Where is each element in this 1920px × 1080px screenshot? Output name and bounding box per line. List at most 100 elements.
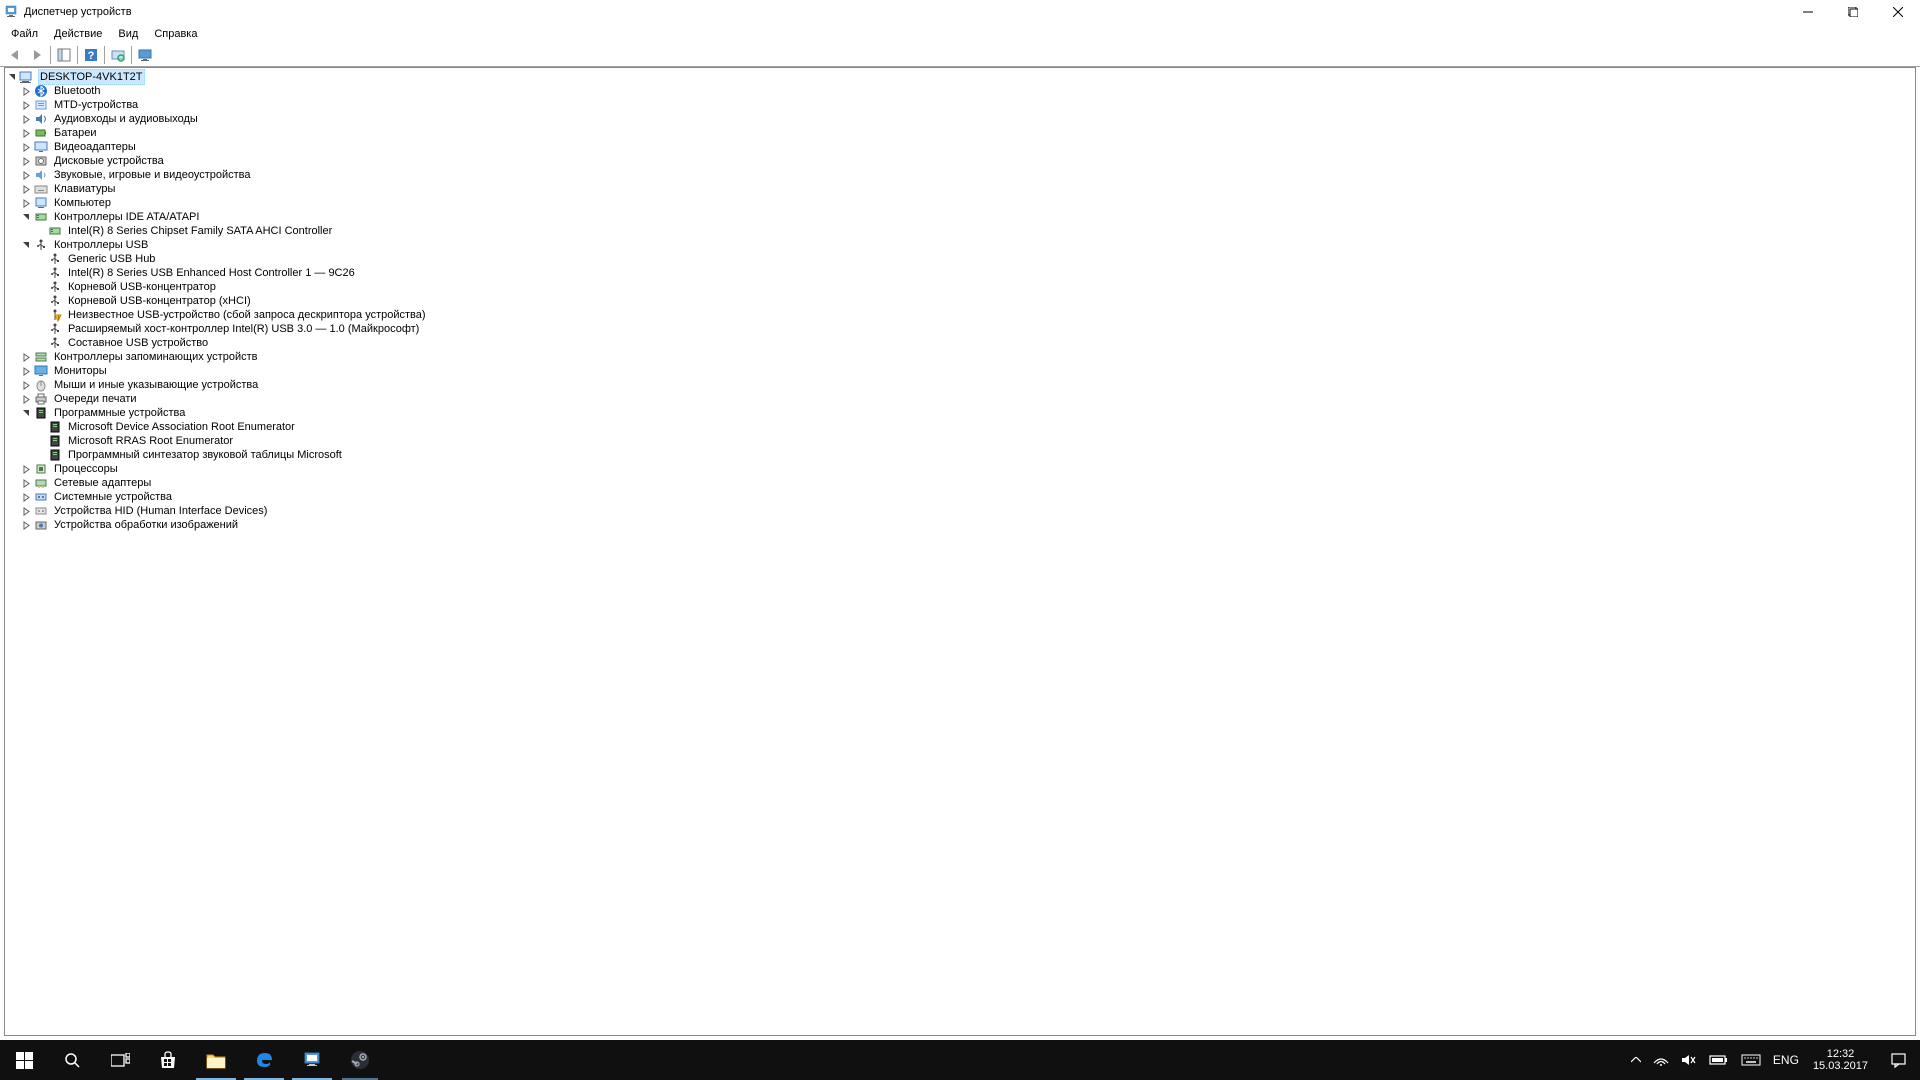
ide-icon <box>33 210 49 224</box>
taskbar-explorer-icon[interactable] <box>192 1040 240 1080</box>
dev-sw-0[interactable]: Microsoft Device Association Root Enumer… <box>5 420 1915 434</box>
expand-arrow-icon[interactable] <box>21 156 32 167</box>
dev-sw-1[interactable]: Microsoft RRAS Root Enumerator <box>5 434 1915 448</box>
monitor-button[interactable] <box>134 44 156 66</box>
collapse-arrow-icon[interactable] <box>7 72 18 83</box>
keyboard-icon[interactable] <box>1735 1040 1767 1080</box>
cat-keyboards[interactable]: Клавиатуры <box>5 182 1915 196</box>
expand-arrow-icon[interactable] <box>21 478 32 489</box>
expand-arrow-icon[interactable] <box>21 184 32 195</box>
help-button[interactable]: ? <box>80 44 102 66</box>
bluetooth-icon <box>33 84 49 98</box>
task-view-button[interactable] <box>96 1040 144 1080</box>
expand-arrow-icon[interactable] <box>21 520 32 531</box>
menu-file[interactable]: Файл <box>4 26 45 42</box>
expand-arrow-icon[interactable] <box>21 492 32 503</box>
taskbar-store-icon[interactable] <box>144 1040 192 1080</box>
expand-arrow-icon[interactable] <box>21 506 32 517</box>
cat-bluetooth[interactable]: Bluetooth <box>5 84 1915 98</box>
cat-batteries[interactable]: Батареи <box>5 126 1915 140</box>
back-button[interactable] <box>4 44 26 66</box>
expand-arrow-icon[interactable] <box>21 380 32 391</box>
forward-button[interactable] <box>26 44 48 66</box>
cat-mice[interactable]: Мыши и иные указывающие устройства <box>5 378 1915 392</box>
tray-overflow-button[interactable] <box>1625 1040 1647 1080</box>
tree-item-label: Корневой USB-концентратор (xHCI) <box>66 294 253 308</box>
language-indicator[interactable]: ENG <box>1767 1040 1805 1080</box>
window-title: Диспетчер устройств <box>24 6 132 18</box>
cat-usb[interactable]: Контроллеры USB <box>5 238 1915 252</box>
dev-usb-2[interactable]: Корневой USB-концентратор <box>5 280 1915 294</box>
tree-item-label: Звуковые, игровые и видеоустройства <box>52 168 253 182</box>
maximize-button[interactable] <box>1830 0 1875 24</box>
software-icon <box>47 420 63 434</box>
dev-usb-3[interactable]: Корневой USB-концентратор (xHCI) <box>5 294 1915 308</box>
taskbar-devmgr-icon[interactable] <box>288 1040 336 1080</box>
tree-root[interactable]: DESKTOP-4VK1T2T <box>5 70 1915 84</box>
window-controls <box>1785 0 1920 24</box>
network-icon[interactable] <box>1647 1040 1675 1080</box>
dev-usb-1[interactable]: Intel(R) 8 Series USB Enhanced Host Cont… <box>5 266 1915 280</box>
dev-usb-0[interactable]: Generic USB Hub <box>5 252 1915 266</box>
expand-arrow-icon[interactable] <box>21 464 32 475</box>
cat-sound[interactable]: Звуковые, игровые и видеоустройства <box>5 168 1915 182</box>
cat-network[interactable]: Сетевые адаптеры <box>5 476 1915 490</box>
battery-icon <box>33 126 49 140</box>
taskbar: ENG 12:32 15.03.2017 <box>0 1040 1920 1080</box>
taskbar-steam-icon[interactable] <box>336 1040 384 1080</box>
menu-action[interactable]: Действие <box>47 26 109 42</box>
tree-item-label: Батареи <box>52 126 99 140</box>
expand-arrow-icon[interactable] <box>21 86 32 97</box>
start-button[interactable] <box>0 1040 48 1080</box>
printer-icon <box>33 392 49 406</box>
collapse-arrow-icon[interactable] <box>21 408 32 419</box>
close-button[interactable] <box>1875 0 1920 24</box>
expand-arrow-icon[interactable] <box>21 394 32 405</box>
cat-system[interactable]: Системные устройства <box>5 490 1915 504</box>
expand-arrow-icon[interactable] <box>21 128 32 139</box>
cat-ide[interactable]: Контроллеры IDE ATA/ATAPI <box>5 210 1915 224</box>
cat-cpu[interactable]: Процессоры <box>5 462 1915 476</box>
taskbar-edge-icon[interactable] <box>240 1040 288 1080</box>
cat-imaging[interactable]: Устройства обработки изображений <box>5 518 1915 532</box>
cat-monitors[interactable]: Мониторы <box>5 364 1915 378</box>
cat-storage[interactable]: Контроллеры запоминающих устройств <box>5 350 1915 364</box>
minimize-button[interactable] <box>1785 0 1830 24</box>
action-center-button[interactable] <box>1876 1040 1920 1080</box>
expand-arrow-icon[interactable] <box>21 114 32 125</box>
mtd-icon <box>33 98 49 112</box>
show-hide-tree-button[interactable] <box>53 44 75 66</box>
cat-printq[interactable]: Очереди печати <box>5 392 1915 406</box>
cat-hid[interactable]: Устройства HID (Human Interface Devices) <box>5 504 1915 518</box>
menu-view[interactable]: Вид <box>111 26 145 42</box>
usb-icon <box>47 266 63 280</box>
expand-arrow-icon[interactable] <box>21 170 32 181</box>
dev-ide-0[interactable]: Intel(R) 8 Series Chipset Family SATA AH… <box>5 224 1915 238</box>
cat-computer[interactable]: Компьютер <box>5 196 1915 210</box>
volume-icon[interactable] <box>1675 1040 1703 1080</box>
expand-arrow-icon[interactable] <box>21 366 32 377</box>
scan-hardware-button[interactable] <box>107 44 129 66</box>
search-button[interactable] <box>48 1040 96 1080</box>
expand-arrow-icon[interactable] <box>21 142 32 153</box>
collapse-arrow-icon[interactable] <box>21 212 32 223</box>
dev-usb-4[interactable]: !Неизвестное USB-устройство (сбой запрос… <box>5 308 1915 322</box>
collapse-arrow-icon[interactable] <box>21 240 32 251</box>
battery-icon[interactable] <box>1703 1040 1735 1080</box>
cat-mtd[interactable]: MTD-устройства <box>5 98 1915 112</box>
menu-help[interactable]: Справка <box>147 26 204 42</box>
cat-disk[interactable]: Дисковые устройства <box>5 154 1915 168</box>
expand-arrow-icon[interactable] <box>21 198 32 209</box>
cat-software[interactable]: Программные устройства <box>5 406 1915 420</box>
expand-arrow-icon[interactable] <box>21 100 32 111</box>
expand-arrow-icon[interactable] <box>21 352 32 363</box>
dev-usb-5[interactable]: Расширяемый хост-контроллер Intel(R) USB… <box>5 322 1915 336</box>
cat-audio[interactable]: Аудиовходы и аудиовыходы <box>5 112 1915 126</box>
clock[interactable]: 12:32 15.03.2017 <box>1805 1040 1876 1080</box>
dev-sw-2[interactable]: Программный синтезатор звуковой таблицы … <box>5 448 1915 462</box>
device-tree-pane[interactable]: DESKTOP-4VK1T2TBluetoothMTD-устройстваАу… <box>4 67 1916 1036</box>
usb-icon <box>33 238 49 252</box>
dev-usb-6[interactable]: Составное USB устройство <box>5 336 1915 350</box>
cat-display[interactable]: Видеоадаптеры <box>5 140 1915 154</box>
device-tree[interactable]: DESKTOP-4VK1T2TBluetoothMTD-устройстваАу… <box>5 68 1915 534</box>
